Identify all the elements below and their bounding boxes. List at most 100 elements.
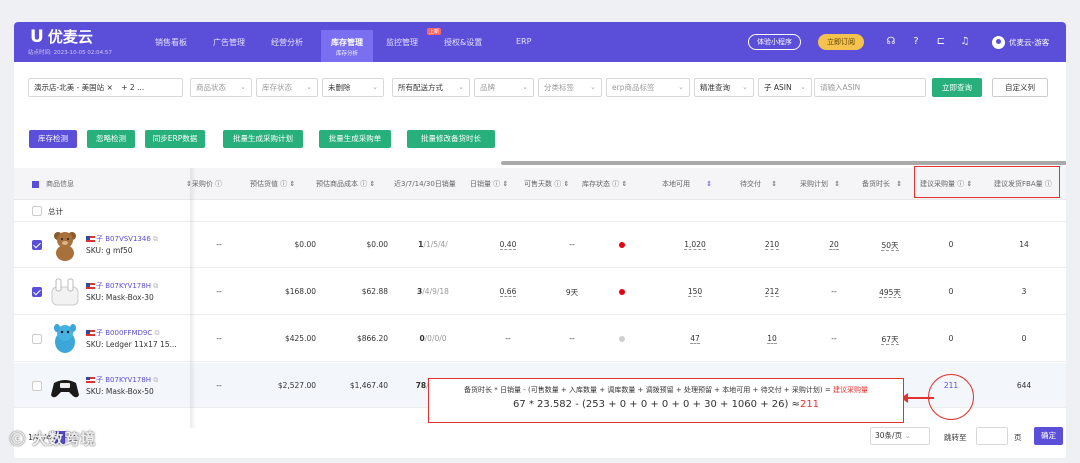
col-est-cost[interactable]: 预估商品成本 ⓘ ⇕	[316, 168, 375, 200]
sync-erp-button[interactable]: 同步ERP数据	[145, 130, 205, 148]
nav-erp[interactable]: ERP	[516, 37, 531, 46]
logo[interactable]: U 优麦云	[30, 26, 93, 47]
table-row[interactable]: 子 B000FFMD9C ⧉ SKU: Ledger 11x17 15... -- $…	[14, 316, 1066, 362]
stock-check-button[interactable]: 库存检测	[29, 130, 77, 148]
row-checkbox[interactable]	[32, 287, 42, 297]
edit-lead-time-button[interactable]: 批量修改备货时长	[407, 130, 495, 148]
local-available-text: 47	[690, 334, 700, 344]
gen-purchase-plan-button[interactable]: 批量生成采购计划	[223, 130, 303, 148]
filter-bar: 演示店-北美 - 美国站 × + 2 ... 商品状态 ⌄ 库存状态 ⌄ 未删除 ⌄ …	[14, 74, 1066, 100]
watermark-text: 大数跨境	[32, 430, 97, 448]
user-menu[interactable]: 优麦云-游客	[992, 36, 1049, 49]
nav-auth-settings[interactable]: 授权&设置	[444, 37, 482, 48]
subscribe-button[interactable]: 立即订阅	[818, 34, 864, 50]
nav-ad-manage[interactable]: 广告管理	[213, 37, 245, 48]
col-recent-sales[interactable]: 近3/7/14/30日销量	[394, 168, 456, 200]
purchase-price-value: --	[216, 380, 222, 390]
sku-text: SKU: Mask-Box-30	[86, 293, 154, 302]
total-checkbox[interactable]	[32, 206, 42, 216]
row-checkbox[interactable]	[32, 334, 42, 344]
store-tag[interactable]: 演示店-北美 - 美国站 ×	[34, 83, 113, 92]
product-status-select[interactable]: 商品状态 ⌄	[190, 78, 252, 97]
product-thumbnail	[48, 322, 82, 356]
nav-sales-board[interactable]: 销售看板	[155, 37, 187, 48]
row-checkbox[interactable]	[32, 380, 42, 391]
asin-text: B07KYV178H	[105, 282, 151, 290]
cart-icon[interactable]: ⊏	[934, 35, 948, 49]
purchase-price-value: --	[216, 287, 222, 296]
goto-confirm-button[interactable]: 确定	[1034, 427, 1063, 445]
store-more: + 2 ...	[121, 83, 145, 92]
query-mode-select[interactable]: 精准查询 ⌄	[694, 78, 754, 97]
local-available-value: 47	[670, 334, 720, 344]
product-thumbnail	[48, 275, 82, 309]
local-available-text: 150	[687, 287, 703, 297]
col-est-value-label: 预估货值	[250, 180, 278, 188]
asin-link[interactable]: 子 B07VSV1346 ⧉	[86, 234, 158, 244]
erp-tag-select[interactable]: erp商品标签 ⌄	[606, 78, 690, 97]
query-button[interactable]: 立即查询	[932, 78, 982, 97]
brand-select[interactable]: 品牌 ⌄	[474, 78, 534, 97]
pending-value: 10	[752, 334, 792, 344]
copy-icon[interactable]: ⧉	[153, 376, 158, 384]
chevron-down-icon: ⌄	[678, 83, 684, 91]
custom-columns-button[interactable]: 自定义列	[992, 78, 1048, 97]
help-icon[interactable]: ?	[909, 35, 923, 49]
copy-icon[interactable]: ⧉	[154, 329, 159, 337]
est-cost-value: $62.88	[361, 287, 388, 296]
daily-sales-value: 0.40	[488, 240, 528, 250]
suggest-fba-value: 3	[1021, 287, 1027, 296]
user-name: 优麦云-游客	[1009, 38, 1050, 47]
asin-type-select[interactable]: 子 ASIN ⌄	[758, 78, 812, 97]
nav-business-analysis[interactable]: 经营分析	[271, 37, 303, 48]
page-unit: 页	[1014, 433, 1022, 442]
asin-link[interactable]: 子 B000FFMD9C ⧉	[86, 328, 159, 338]
suggest-purchase-value: 0	[948, 334, 954, 343]
col-sellable-days[interactable]: 可售天数 ⓘ ⇕	[524, 168, 569, 200]
col-stock-status[interactable]: 库存状态 ⓘ ⇕	[582, 168, 627, 200]
col-est-value[interactable]: 预估货值 ⓘ ⇕	[250, 168, 295, 200]
asin-input[interactable]: 请输入ASIN	[814, 78, 926, 97]
category-tag-select[interactable]: 分类标签 ⌄	[538, 78, 602, 97]
store-select[interactable]: 演示店-北美 - 美国站 × + 2 ...	[28, 78, 183, 97]
page-size-select[interactable]: 30条/页 ⌄	[870, 427, 930, 445]
ship-method-select[interactable]: 所有配送方式 ⌄	[392, 78, 470, 97]
est-value-value: $168.00	[284, 287, 316, 296]
col-daily-sales[interactable]: 日销量 ⓘ ⇕	[470, 168, 508, 200]
header-checkbox[interactable]	[32, 168, 42, 200]
ignore-check-button[interactable]: 忽略检测	[87, 130, 135, 148]
col-local-available[interactable]: 本地可用 ⇕	[662, 168, 712, 200]
us-flag-icon	[86, 236, 95, 242]
row-checkbox[interactable]	[32, 240, 42, 250]
col-lead-time[interactable]: 备货时长 ⇕	[862, 168, 902, 200]
nav-inventory[interactable]: 库存管理 库存分析	[321, 30, 373, 62]
col-local-available-label: 本地可用	[662, 180, 690, 188]
goto-label: 跳转至	[944, 433, 967, 442]
est-cost-value: $866.20	[356, 334, 388, 343]
col-product-info[interactable]: 商品信息	[46, 168, 74, 200]
nav-monitor[interactable]: 监控管理	[386, 37, 418, 48]
gen-purchase-order-button[interactable]: 批量生成采购单	[319, 130, 391, 148]
copy-icon[interactable]: ⧉	[153, 282, 158, 290]
sales-rest: /1/5/4/	[423, 240, 448, 249]
bell-icon[interactable]: ♫	[958, 35, 972, 49]
col-pending[interactable]: 待交付 ⇕	[740, 168, 777, 200]
headset-icon[interactable]: ☊	[884, 35, 898, 49]
table-row[interactable]: 子 B07VSV1346 ⧉ SKU: g mf50 -- $0.00 $0.00 1/1…	[14, 222, 1066, 268]
horizontal-scrollbar[interactable]	[501, 161, 1066, 165]
lead-time-value: 50天	[870, 240, 910, 251]
mini-program-button[interactable]: 体验小程序	[748, 34, 801, 50]
table-row[interactable]: 子 B07KYV178H ⧉ SKU: Mask-Box-30 -- $168.00 $…	[14, 269, 1066, 315]
deleted-select[interactable]: 未删除 ⌄	[322, 78, 384, 97]
col-purchase-plan[interactable]: 采购计划 ⇕	[800, 168, 840, 200]
formula-line-2: 67 * 23.582 - (253 + 0 + 0 + 0 + 0 + 30 …	[429, 399, 903, 410]
chevron-down-icon: ⌄	[590, 83, 596, 91]
sales-rest: /4/9/18	[422, 287, 449, 296]
asin-link[interactable]: 子 B07KYV178H ⧉	[86, 375, 158, 385]
stock-status-select[interactable]: 库存状态 ⌄	[256, 78, 318, 97]
copy-icon[interactable]: ⧉	[153, 235, 158, 243]
daily-sales-text: 0.40	[499, 240, 517, 250]
asin-link[interactable]: 子 B07KYV178H ⧉	[86, 281, 158, 291]
purchase-plan-text: 20	[829, 240, 839, 250]
goto-page-input[interactable]	[976, 427, 1008, 445]
